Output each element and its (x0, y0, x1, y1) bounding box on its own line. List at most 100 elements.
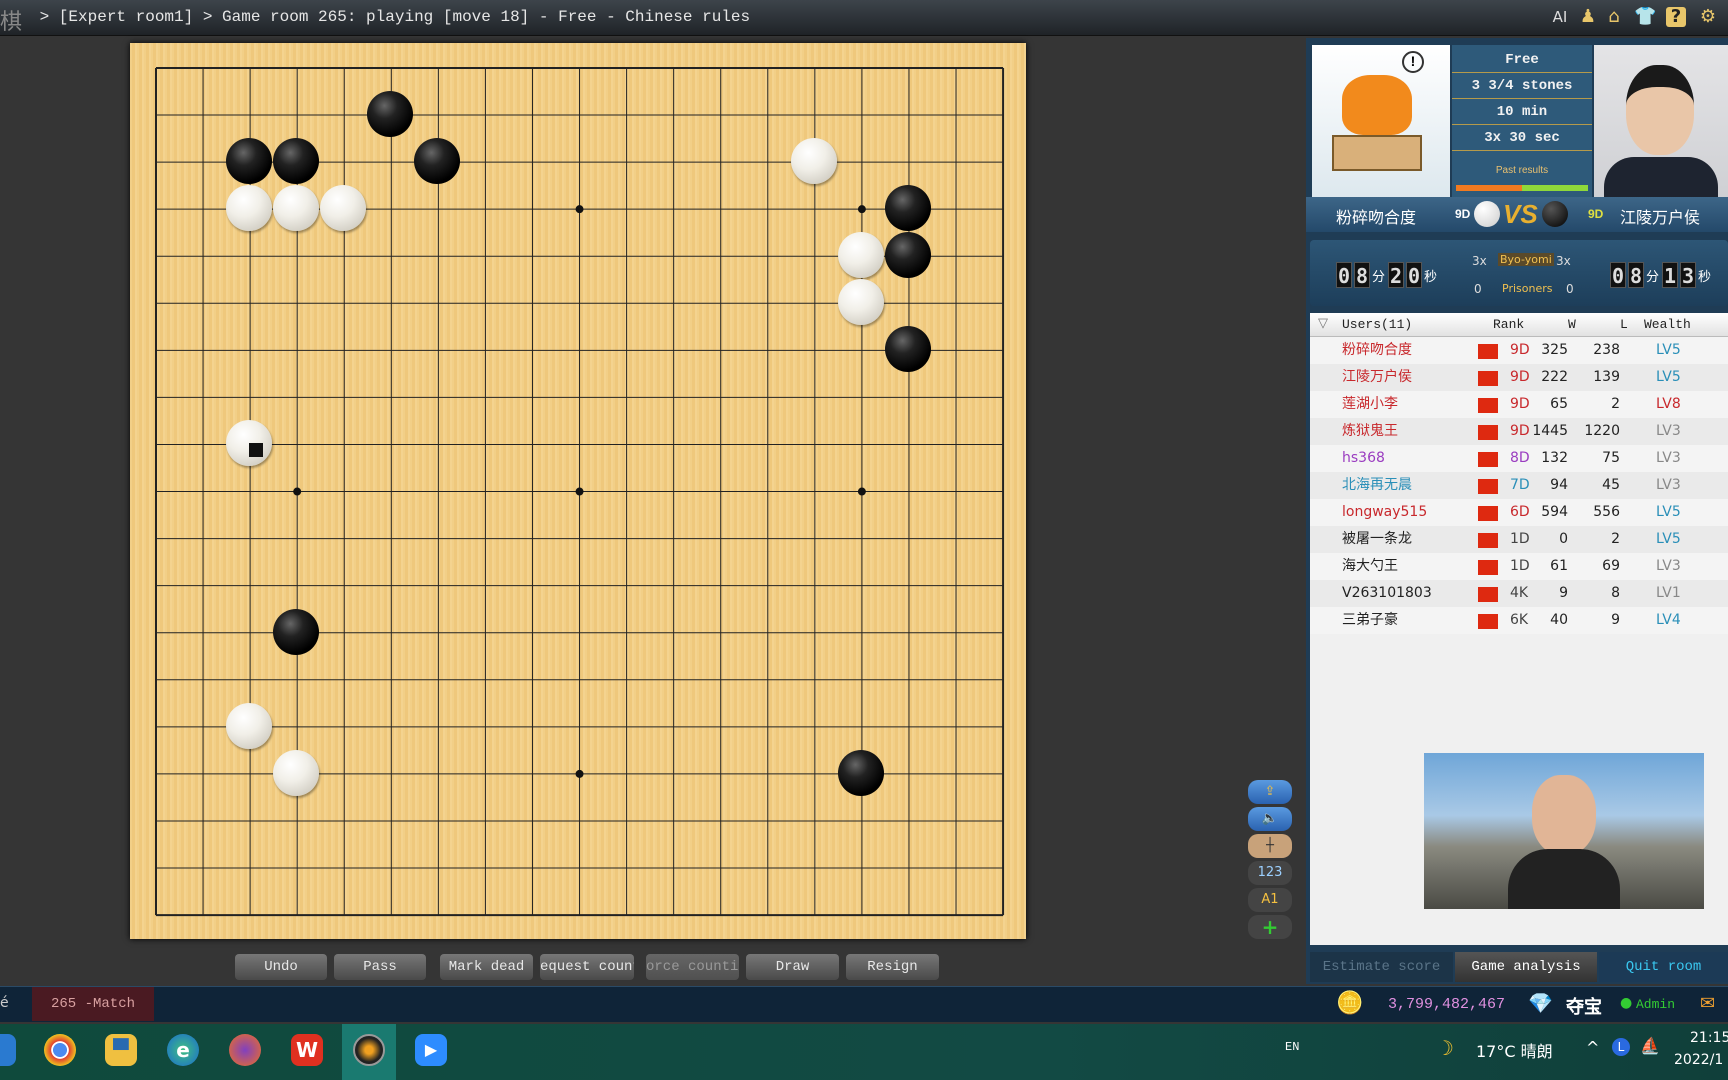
user-row[interactable]: 北海再无晨 7D 94 45 LV3 (1310, 472, 1728, 499)
white-stone (273, 749, 320, 796)
wps-taskbar-icon[interactable]: W (291, 1034, 323, 1066)
draw-button[interactable]: Draw (746, 954, 839, 980)
treasure-button[interactable]: 夺宝 (1566, 993, 1602, 1019)
diamond-icon[interactable]: 💎 (1528, 991, 1553, 1015)
col-users[interactable]: Users(11) (1342, 317, 1412, 332)
app-logo: 棋 (0, 10, 23, 35)
user-row[interactable]: 莲湖小李 9D 65 2 LV8 (1310, 391, 1728, 418)
force-counting-button[interactable]: orce counting (646, 954, 739, 980)
white-timer-min-ones: 8 (1354, 262, 1370, 288)
quit-room-tab[interactable]: Quit room (1599, 952, 1728, 982)
gear-icon[interactable]: ⚙ (1698, 7, 1718, 27)
tray-chevron-icon[interactable]: ^ (1586, 1038, 1599, 1057)
firefox-taskbar-icon[interactable] (229, 1034, 261, 1066)
vscode-taskbar-icon[interactable] (0, 1034, 16, 1066)
mail-icon[interactable]: ✉ (1700, 993, 1715, 1014)
user-row[interactable]: 三弟子豪 6K 40 9 LV4 (1310, 607, 1728, 634)
clock-date[interactable]: 2022/1 (1674, 1052, 1723, 1068)
flag-icon (1478, 560, 1498, 575)
col-rank[interactable]: Rank (1493, 317, 1524, 332)
admin-button[interactable]: Admin (1636, 997, 1675, 1012)
black-timer-sec-tens: 1 (1662, 262, 1678, 288)
white-timer-sec-ones: 0 (1406, 262, 1422, 288)
file-explorer-taskbar-icon[interactable]: ▀ (105, 1034, 137, 1066)
user-row[interactable]: V263101803 4K 9 8 LV1 (1310, 580, 1728, 607)
user-row[interactable]: 被屠一条龙 1D 0 2 LV5 (1310, 526, 1728, 553)
plus-icon[interactable]: + (1248, 915, 1292, 939)
sound-icon[interactable]: 🔈 (1248, 807, 1292, 831)
past-results-label[interactable]: Past results (1452, 165, 1592, 176)
language-indicator[interactable]: EN (1285, 1040, 1299, 1054)
user-losses: 139 (1593, 369, 1620, 385)
user-row[interactable]: longway515 6D 594 556 LV5 (1310, 499, 1728, 526)
flag-icon (1478, 371, 1498, 386)
foxgo-taskbar-icon[interactable] (353, 1034, 385, 1066)
komi-label: 3 3/4 stones (1452, 73, 1592, 99)
room-tab-prev[interactable]: é (0, 995, 9, 1011)
user-losses: 8 (1611, 585, 1620, 601)
resign-button[interactable]: Resign (846, 954, 939, 980)
user-wins: 325 (1541, 342, 1568, 358)
col-l[interactable]: L (1620, 317, 1628, 332)
game-analysis-tab[interactable]: Game analysis (1455, 952, 1597, 982)
user-name: 海大勺王 (1342, 558, 1398, 574)
shirt-icon[interactable]: 👕 (1634, 7, 1656, 27)
match-tab[interactable]: 265 -Match (32, 987, 154, 1021)
user-wealth: LV5 (1656, 531, 1681, 547)
user-row[interactable]: 海大勺王 1D 61 69 LV3 (1310, 553, 1728, 580)
user-losses: 9 (1611, 612, 1620, 628)
user-losses: 45 (1602, 477, 1620, 493)
user-rank: 4K (1510, 585, 1529, 601)
white-stone-icon (1474, 201, 1500, 227)
byoyomi-label: 3x 30 sec (1452, 125, 1592, 151)
user-rank: 7D (1510, 477, 1530, 493)
tray-l-icon[interactable]: L (1612, 1038, 1630, 1056)
sort-icon[interactable]: ▽ (1318, 316, 1328, 331)
undo-button[interactable]: Undo (235, 954, 327, 980)
user-row[interactable]: hs368 8D 132 75 LV3 (1310, 445, 1728, 472)
pass-button[interactable]: Pass (334, 954, 426, 980)
coordinates-a1-button[interactable]: A1 (1248, 888, 1292, 912)
user-rank: 6K (1510, 612, 1529, 628)
user-losses: 556 (1593, 504, 1620, 520)
main-time-label: 10 min (1452, 99, 1592, 125)
user-name: hs368 (1342, 450, 1385, 466)
webcam-overlay (1424, 753, 1704, 909)
coordinates-123-button[interactable]: 123 (1248, 861, 1292, 885)
star-point (575, 769, 584, 778)
star-point (857, 205, 866, 214)
flag-icon (1478, 452, 1498, 467)
col-w[interactable]: W (1568, 317, 1576, 332)
tray-app-icon[interactable]: ⛵ (1640, 1036, 1660, 1055)
players-bar: 粉碎吻合度 9D VS 9D 江陵万户侯 (1306, 197, 1728, 232)
chrome-taskbar-icon[interactable] (44, 1034, 76, 1066)
estimate-score-tab[interactable]: Estimate score (1310, 952, 1453, 982)
request-counting-button[interactable]: equest countir (540, 954, 634, 980)
byoyomi-heading: Byo-yomi (1498, 253, 1554, 266)
user-wealth: LV5 (1656, 504, 1681, 520)
mark-dead-button[interactable]: Mark dead (440, 954, 533, 980)
user-wins: 0 (1559, 531, 1568, 547)
edge-taskbar-icon[interactable]: e (167, 1034, 199, 1066)
user-rank: 9D (1510, 369, 1530, 385)
black-stone (273, 608, 320, 655)
user-row[interactable]: 炼狱鬼王 9D 1445 1220 LV3 (1310, 418, 1728, 445)
share-icon[interactable]: ⇪ (1248, 780, 1292, 804)
help-icon[interactable]: ? (1666, 7, 1686, 27)
user-row[interactable]: 粉碎吻合度 9D 325 238 LV5 (1310, 337, 1728, 364)
white-player-name: 粉碎吻合度 (1336, 208, 1417, 227)
ai-button[interactable]: AI (1550, 7, 1570, 27)
col-wealth[interactable]: Wealth (1644, 317, 1691, 332)
weather-text[interactable]: 17°C 晴朗 (1476, 1038, 1553, 1062)
user-rank: 9D (1510, 396, 1530, 412)
user-icon[interactable]: ♟ (1578, 7, 1598, 27)
coins-icon: 🪙 (1336, 991, 1364, 1016)
home-icon[interactable]: ⌂ (1604, 7, 1624, 27)
zoom-taskbar-icon[interactable]: ▶ (415, 1034, 447, 1066)
board-icon[interactable]: ┼ (1248, 834, 1292, 858)
clock-time[interactable]: 21:15 (1690, 1030, 1728, 1046)
black-timer-min-ones: 8 (1628, 262, 1644, 288)
user-row[interactable]: 江陵万户侯 9D 222 139 LV5 (1310, 364, 1728, 391)
user-losses: 75 (1602, 450, 1620, 466)
user-wins: 61 (1550, 558, 1568, 574)
